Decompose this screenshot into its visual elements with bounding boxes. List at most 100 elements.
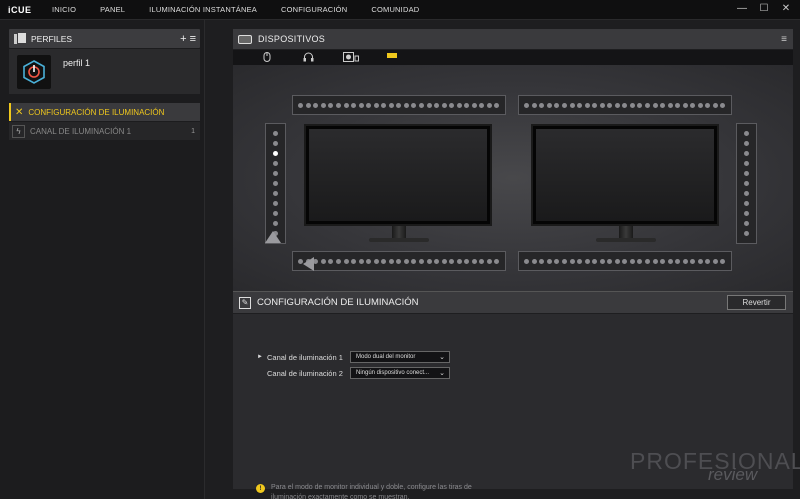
led-dot (614, 102, 620, 108)
nav-comunidad[interactable]: COMUNIDAD (371, 5, 419, 14)
led-dot (388, 102, 394, 108)
led-dot (744, 160, 749, 166)
devices-menu-button[interactable]: ≡ (781, 34, 787, 45)
led-dot (539, 102, 545, 108)
led-strip-bottom-right[interactable] (518, 251, 732, 271)
selected-arrow-icon: ► (257, 354, 263, 360)
led-dot (320, 258, 326, 264)
led-dot (464, 258, 470, 264)
device-tabs (233, 50, 793, 65)
led-dot (273, 221, 278, 227)
main-panel: DISPOSITIVOS ≡ ✎ CONFIGURACIÓN DE ILUMIN… (205, 20, 800, 499)
led-dot (313, 102, 319, 108)
led-dot (539, 258, 545, 264)
led-strip-right[interactable] (736, 123, 757, 244)
led-dot (622, 258, 628, 264)
start-arrow-up-icon (265, 231, 281, 243)
close-button[interactable]: ✕ (780, 3, 792, 14)
led-dot (403, 102, 409, 108)
nav-iluminacion-instantanea[interactable]: ILUMINACIÓN INSTANTÁNEA (149, 5, 257, 14)
led-dot (273, 130, 278, 136)
led-strip-bottom-left[interactable] (292, 251, 506, 271)
led-strip-top-left[interactable] (292, 95, 506, 115)
led-dot (273, 201, 278, 207)
profiles-title: PERFILES (31, 33, 73, 44)
led-dot (351, 102, 357, 108)
channel2-select[interactable]: Ningún dispositivo conect... ⌄ (350, 367, 450, 379)
led-dot (358, 102, 364, 108)
led-dot (697, 102, 703, 108)
nav-inicio[interactable]: INICIO (52, 5, 76, 14)
profiles-icon (13, 32, 27, 45)
led-dot (434, 102, 440, 108)
led-dot (682, 258, 688, 264)
led-dot (419, 258, 425, 264)
led-dot (298, 102, 304, 108)
led-dot (667, 258, 673, 264)
monitor-right (531, 124, 719, 226)
led-dot (479, 102, 485, 108)
led-strip-top-right[interactable] (518, 95, 732, 115)
profiles-menu-button[interactable]: ≡ (190, 33, 196, 45)
controller-icon[interactable] (343, 52, 359, 64)
led-dot (373, 102, 379, 108)
led-dot (426, 258, 432, 264)
channel-count: 1 (191, 127, 195, 135)
led-dot (744, 231, 749, 237)
led-dot (652, 258, 658, 264)
led-dot (471, 102, 477, 108)
led-dot (744, 130, 749, 136)
led-dot (388, 258, 394, 264)
headset-icon[interactable] (303, 52, 314, 64)
led-dot (494, 102, 500, 108)
led-dot (637, 258, 643, 264)
led-dot (305, 102, 311, 108)
info-text: Para el modo de monitor individual y dob… (271, 484, 472, 499)
led-dot (273, 191, 278, 196)
led-dot (599, 258, 605, 264)
commander-icon[interactable] (387, 52, 397, 61)
led-dot (607, 102, 613, 108)
led-dot (712, 102, 718, 108)
left-panel: PERFILES + ≡ perfil 1 ✕ CONFIGURACIÓN DE… (0, 20, 205, 499)
led-dot (381, 102, 387, 108)
led-dot (273, 160, 278, 166)
nav-configuracion[interactable]: CONFIGURACIÓN (281, 5, 347, 14)
led-dot (366, 258, 372, 264)
led-dot (562, 102, 567, 108)
led-dot (456, 258, 462, 264)
led-dot (358, 258, 364, 264)
led-dot (273, 170, 278, 176)
config-title: CONFIGURACIÓN DE ILUMINACIÓN (257, 297, 419, 308)
led-dot (705, 258, 711, 264)
minimize-button[interactable]: — (736, 3, 748, 14)
led-dot (441, 102, 447, 108)
led-dot (584, 102, 590, 108)
led-dot (690, 258, 696, 264)
led-dot (434, 258, 440, 264)
led-dot (614, 258, 620, 264)
nav-panel[interactable]: PANEL (100, 5, 125, 14)
led-dot (690, 102, 696, 108)
chevron-down-icon: ⌄ (439, 370, 445, 377)
title-bar: iCUE INICIO PANEL ILUMINACIÓN INSTANTÁNE… (0, 0, 800, 20)
channel1-select[interactable]: Modo dual del monitor ⌄ (350, 351, 450, 363)
led-dot (705, 102, 711, 108)
led-dot (697, 258, 703, 264)
led-dot (577, 102, 583, 108)
profile-item[interactable]: perfil 1 (9, 49, 200, 94)
led-dot (554, 102, 560, 108)
add-profile-button[interactable]: + (180, 33, 186, 45)
mouse-icon[interactable] (263, 52, 271, 64)
led-dot (343, 102, 349, 108)
revert-button[interactable]: Revertir (727, 295, 786, 310)
led-dot (336, 258, 341, 264)
led-dot (546, 258, 552, 264)
led-dot (712, 258, 718, 264)
led-dot (320, 102, 326, 108)
sidebar-item-lighting-channel[interactable]: ϟ CANAL DE ILUMINACIÓN 1 1 (9, 122, 200, 140)
profile-name: perfil 1 (63, 58, 91, 68)
led-strip-left[interactable] (265, 123, 286, 244)
sidebar-item-lighting-config[interactable]: ✕ CONFIGURACIÓN DE ILUMINACIÓN (9, 103, 200, 121)
maximize-button[interactable]: ☐ (758, 3, 770, 14)
